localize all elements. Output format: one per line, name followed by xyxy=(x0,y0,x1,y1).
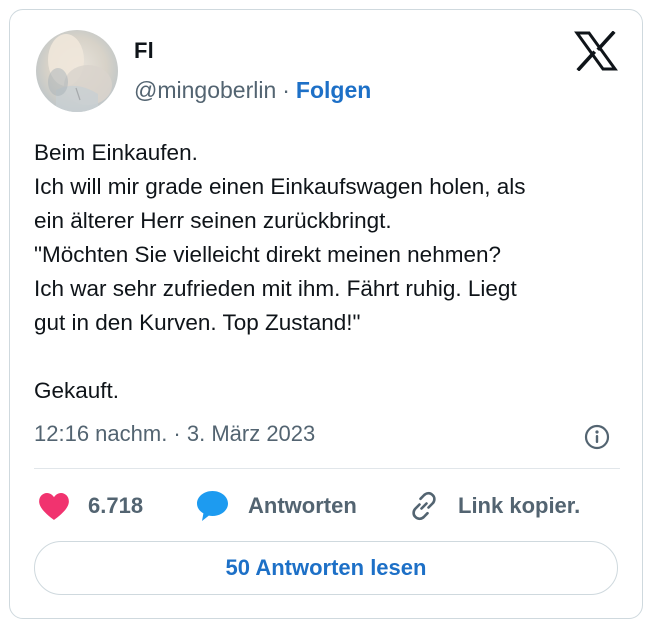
author-name[interactable]: Fl xyxy=(134,38,154,64)
heart-icon xyxy=(38,492,70,521)
read-replies-label: 50 Antworten lesen xyxy=(225,555,427,580)
tweet-text: Beim Einkaufen. Ich will mir grade einen… xyxy=(34,136,624,408)
tweet-line xyxy=(34,340,624,374)
author-handle-row: @mingoberlin · Folgen xyxy=(134,77,371,104)
tweet-line: Ich war sehr zufrieden mit ihm. Fährt ru… xyxy=(34,276,517,301)
tweet-line: "Möchten Sie vielleicht direkt meinen ne… xyxy=(34,242,501,267)
link-icon xyxy=(408,490,440,522)
copy-link-button[interactable]: Link kopier. xyxy=(408,488,580,524)
avatar[interactable] xyxy=(36,30,118,112)
speech-bubble-icon xyxy=(196,490,229,522)
separator-dot: · xyxy=(282,77,290,103)
tweet-line: gut in den Kurven. Top Zustand!" xyxy=(34,310,361,335)
tweet-timestamp[interactable]: 12:16 nachm. · 3. März 2023 xyxy=(34,421,315,447)
like-count: 6.718 xyxy=(88,493,144,518)
avatar-image xyxy=(36,30,118,112)
author-handle[interactable]: @mingoberlin xyxy=(134,77,276,103)
tweet-line: Beim Einkaufen. xyxy=(34,140,198,165)
tweet-line: Ich will mir grade einen Einkaufswagen h… xyxy=(34,174,526,199)
like-button[interactable]: 6.718 xyxy=(38,488,143,524)
follow-button[interactable]: Folgen xyxy=(296,77,371,103)
tweet-line: ein älterer Herr seinen zurückbringt. xyxy=(34,208,392,233)
reply-label: Antworten xyxy=(248,493,357,518)
reply-button[interactable]: Antworten xyxy=(196,488,357,524)
info-icon[interactable] xyxy=(584,424,610,450)
read-replies-button[interactable]: 50 Antworten lesen xyxy=(34,541,618,595)
x-logo-icon[interactable] xyxy=(574,30,618,72)
copy-link-label: Link kopier. xyxy=(458,493,581,518)
divider xyxy=(34,468,620,469)
tweet-line: Gekauft. xyxy=(34,378,120,403)
